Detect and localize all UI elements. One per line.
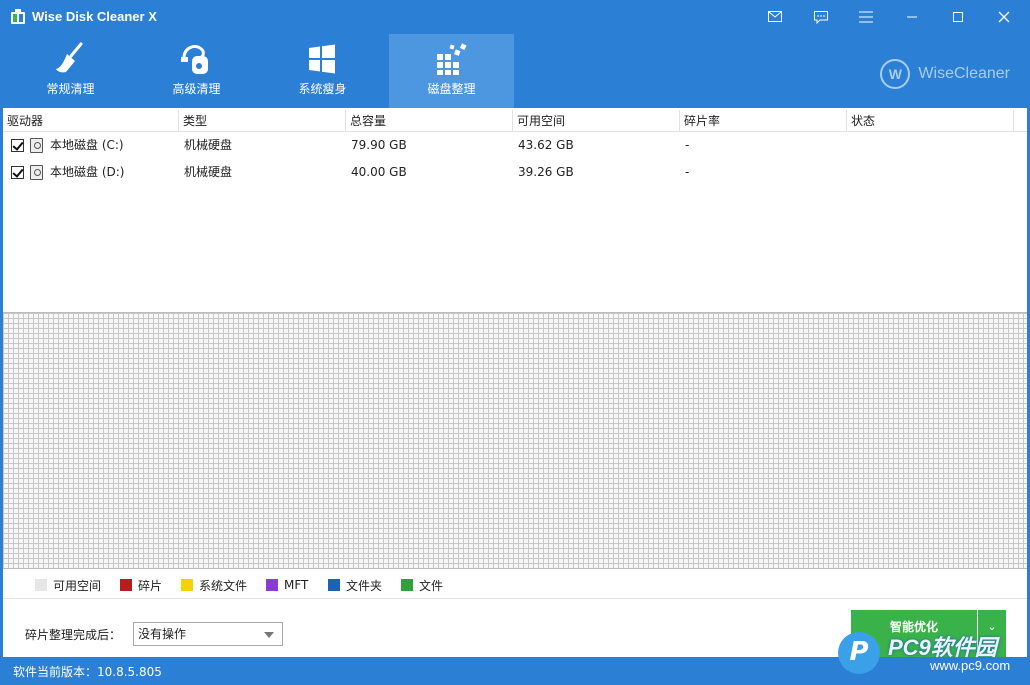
tab-defrag[interactable]: 磁盘整理 (389, 34, 514, 108)
wisecleaner-brand[interactable]: W WiseCleaner (880, 59, 1010, 89)
drive-free: 43.62 GB (518, 138, 574, 152)
drive-free: 39.26 GB (518, 165, 574, 179)
legend-files: 文件 (401, 574, 443, 596)
tab-label: 高级清理 (172, 82, 221, 96)
close-button[interactable] (981, 0, 1027, 34)
cluster-legend: 可用空间 碎片 系统文件 MFT 文件夹 文件 (3, 574, 1027, 596)
legend-label: 碎片 (138, 578, 163, 593)
table-scrollbar[interactable] (1013, 132, 1027, 312)
window-title: Wise Disk Cleaner X (32, 9, 157, 24)
pc9-watermark: P PC9软件园 www.pc9.com (838, 630, 1028, 680)
drive-checkbox[interactable] (11, 139, 24, 152)
tab-label: 磁盘整理 (427, 82, 476, 96)
minimize-button[interactable] (889, 0, 935, 34)
menu-icon (859, 11, 873, 23)
app-logo-icon (11, 9, 25, 24)
tab-label: 系统瘦身 (298, 82, 347, 96)
tab-common-clean[interactable]: 常规清理 (8, 34, 133, 108)
col-status[interactable]: 状态 (847, 110, 1014, 132)
legend-swatch (401, 579, 413, 591)
legend-label: 可用空间 (53, 578, 102, 593)
legend-label: MFT (284, 578, 309, 592)
drive-total: 79.90 GB (351, 138, 407, 152)
legend-fragments: 碎片 (120, 574, 162, 596)
minimize-icon (907, 16, 917, 18)
vacuum-icon (181, 44, 208, 74)
legend-swatch (328, 579, 340, 591)
drive-table-header: 驱动器 类型 总容量 可用空间 碎片率 状态 (3, 110, 1027, 132)
wisecleaner-logo-icon: W (880, 59, 911, 89)
drive-frag: - (685, 165, 690, 179)
main-nav: 常规清理 高级清理 系统瘦身 磁盘整理 W WiseCleaner (0, 34, 1030, 108)
drive-total: 40.00 GB (351, 165, 407, 179)
tab-advanced-clean[interactable]: 高级清理 (134, 34, 259, 108)
chevron-down-icon (264, 632, 274, 638)
pc9-logo-icon: P (838, 632, 880, 674)
legend-system-files: 系统文件 (181, 574, 247, 596)
menu-button[interactable] (843, 0, 889, 34)
legend-label: 系统文件 (199, 578, 248, 593)
mail-button[interactable] (752, 0, 798, 34)
mail-icon (768, 11, 782, 22)
hard-drive-icon (30, 138, 43, 153)
drive-type: 机械硬盘 (184, 165, 233, 179)
legend-mft: MFT (266, 574, 308, 596)
feedback-icon (814, 10, 828, 24)
col-type[interactable]: 类型 (179, 110, 346, 132)
table-row[interactable]: 本地磁盘 (C:) 机械硬盘 79.90 GB 43.62 GB - (3, 132, 1013, 159)
maximize-button[interactable] (935, 0, 981, 34)
hard-drive-icon (30, 165, 43, 180)
col-drive[interactable]: 驱动器 (3, 110, 179, 132)
windows-icon (309, 44, 335, 74)
col-total[interactable]: 总容量 (346, 110, 513, 132)
watermark-url: www.pc9.com (930, 658, 1011, 673)
after-defrag-label: 碎片整理完成后： (25, 628, 122, 642)
legend-label: 文件夹 (346, 578, 383, 593)
app-window: Wise Disk Cleaner X 常规清理 高级清理 系统瘦身 磁盘整理 … (0, 0, 1030, 685)
feedback-button[interactable] (798, 0, 844, 34)
defrag-icon (437, 43, 467, 75)
close-icon (998, 11, 1010, 23)
title-bar: Wise Disk Cleaner X (0, 0, 1030, 34)
table-row[interactable]: 本地磁盘 (D:) 机械硬盘 40.00 GB 39.26 GB - (3, 159, 1013, 186)
tab-system-slim[interactable]: 系统瘦身 (260, 34, 385, 108)
broom-icon (56, 42, 83, 73)
after-defrag-select[interactable]: 没有操作 (133, 622, 283, 646)
col-frag[interactable]: 碎片率 (680, 110, 847, 132)
tab-label: 常规清理 (46, 82, 95, 96)
drive-name: 本地磁盘 (C:) (50, 138, 124, 152)
legend-swatch (120, 579, 132, 591)
drive-name: 本地磁盘 (D:) (50, 165, 125, 179)
cluster-map (3, 312, 1027, 569)
maximize-icon (953, 12, 963, 22)
legend-swatch (181, 579, 193, 591)
legend-free-space: 可用空间 (35, 574, 101, 596)
brand-name: WiseCleaner (918, 65, 1010, 82)
col-free[interactable]: 可用空间 (513, 110, 680, 132)
legend-label: 文件 (419, 578, 444, 593)
after-defrag-value: 没有操作 (138, 627, 187, 641)
divider (3, 598, 1027, 599)
legend-folders: 文件夹 (328, 574, 382, 596)
drive-type: 机械硬盘 (184, 138, 233, 152)
legend-swatch (35, 579, 47, 591)
drive-frag: - (685, 138, 690, 152)
drive-checkbox[interactable] (11, 166, 24, 179)
version-text: 软件当前版本：10.8.5.805 (13, 665, 162, 679)
defrag-panel: 驱动器 类型 总容量 可用空间 碎片率 状态 本地磁盘 (C:) 机械硬盘 79… (3, 108, 1027, 657)
legend-swatch (266, 579, 278, 591)
